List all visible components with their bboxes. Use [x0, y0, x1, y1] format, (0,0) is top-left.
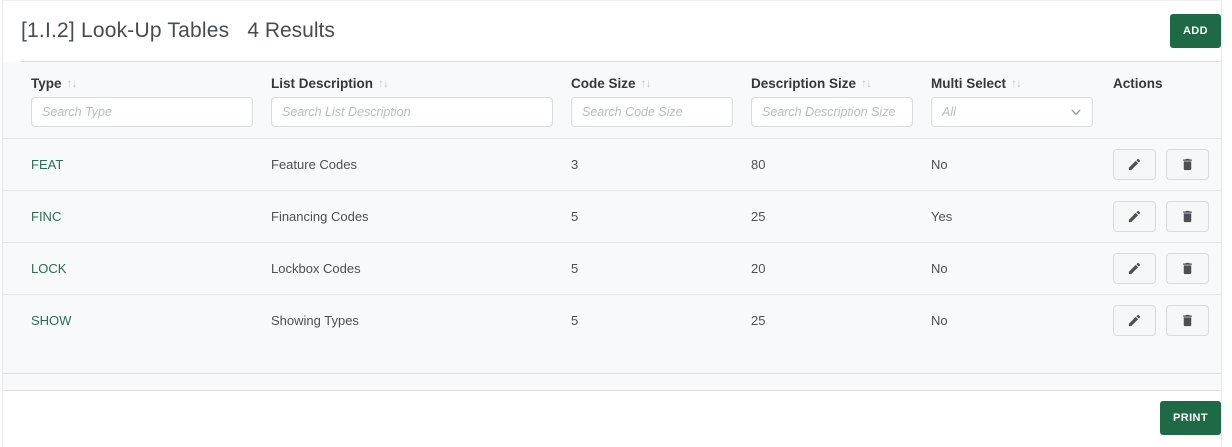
column-label: Multi Select: [931, 75, 1007, 91]
sort-icon[interactable]: ↑↓: [641, 76, 652, 90]
column-header-list-description[interactable]: List Description ↑↓: [271, 74, 571, 92]
column-label: Actions: [1113, 75, 1163, 91]
list-description-cell: Financing Codes: [271, 209, 369, 224]
trash-icon: [1183, 262, 1192, 275]
results-count: 4 Results: [247, 19, 335, 42]
table-filter-row: All: [3, 97, 1221, 138]
type-search-input[interactable]: [31, 97, 253, 127]
sort-icon[interactable]: ↑↓: [378, 76, 389, 90]
panel-footer: PRINT: [3, 391, 1221, 447]
lookup-table: Type ↑↓ List Description ↑↓ Code Size ↑↓…: [3, 62, 1221, 373]
lookup-tables-panel: [1.I.2] Look-Up Tables 4 Results ADD Typ…: [2, 0, 1222, 447]
table-body: FEAT Feature Codes 3 80 No FINC Financin…: [3, 138, 1221, 346]
actions-cell: [1113, 253, 1211, 284]
column-label: Code Size: [571, 75, 636, 91]
column-label: List Description: [271, 75, 374, 91]
trash-icon: [1183, 314, 1192, 327]
sort-icon[interactable]: ↑↓: [67, 76, 78, 90]
column-header-type[interactable]: Type ↑↓: [31, 74, 271, 92]
code-size-cell: 5: [571, 261, 579, 276]
description-size-cell: 25: [751, 313, 766, 328]
pencil-icon: [1128, 158, 1141, 171]
delete-button[interactable]: [1166, 305, 1209, 336]
edit-button[interactable]: [1113, 253, 1156, 284]
list-description-search-input[interactable]: [271, 97, 553, 127]
pencil-icon: [1128, 262, 1141, 275]
edit-button[interactable]: [1113, 305, 1156, 336]
column-header-code-size[interactable]: Code Size ↑↓: [571, 74, 751, 92]
delete-button[interactable]: [1166, 149, 1209, 180]
chevron-down-icon: [1071, 109, 1081, 115]
table-row: SHOW Showing Types 5 25 No: [3, 294, 1221, 346]
table-bottom-spacer: [3, 346, 1221, 373]
column-label: Type: [31, 75, 62, 91]
actions-cell: [1113, 149, 1211, 180]
table-header-row: Type ↑↓ List Description ↑↓ Code Size ↑↓…: [3, 62, 1221, 92]
print-button[interactable]: PRINT: [1160, 401, 1221, 435]
code-size-cell: 5: [571, 313, 579, 328]
type-link[interactable]: SHOW: [31, 313, 71, 328]
column-label: Description Size: [751, 75, 857, 91]
code-size-cell: 3: [571, 157, 579, 172]
trash-icon: [1183, 158, 1192, 171]
multi-select-cell: Yes: [931, 209, 953, 224]
trash-icon: [1183, 210, 1192, 223]
type-link[interactable]: LOCK: [31, 261, 66, 276]
type-link[interactable]: FINC: [31, 209, 61, 224]
page-title: [1.I.2] Look-Up Tables: [21, 19, 230, 42]
edit-button[interactable]: [1113, 201, 1156, 232]
description-size-cell: 20: [751, 261, 766, 276]
pencil-icon: [1128, 210, 1141, 223]
table-row: LOCK Lockbox Codes 5 20 No: [3, 242, 1221, 294]
pencil-icon: [1128, 314, 1141, 327]
multi-select-filter-value: All: [942, 105, 956, 119]
column-header-description-size[interactable]: Description Size ↑↓: [751, 74, 931, 92]
type-link[interactable]: FEAT: [31, 157, 63, 172]
edit-button[interactable]: [1113, 149, 1156, 180]
delete-button[interactable]: [1166, 201, 1209, 232]
table-row: FEAT Feature Codes 3 80 No: [3, 138, 1221, 190]
list-description-cell: Showing Types: [271, 313, 359, 328]
code-size-search-input[interactable]: [571, 97, 733, 127]
actions-cell: [1113, 305, 1211, 336]
add-button[interactable]: ADD: [1169, 14, 1221, 48]
multi-select-filter[interactable]: All: [931, 97, 1093, 127]
description-size-cell: 25: [751, 209, 766, 224]
sort-icon[interactable]: ↑↓: [1011, 76, 1022, 90]
panel-header: [1.I.2] Look-Up Tables 4 Results ADD: [3, 1, 1221, 61]
description-size-search-input[interactable]: [751, 97, 913, 127]
code-size-cell: 5: [571, 209, 579, 224]
table-footer-strip: [3, 373, 1221, 391]
multi-select-cell: No: [931, 261, 948, 276]
list-description-cell: Feature Codes: [271, 157, 357, 172]
multi-select-cell: No: [931, 313, 948, 328]
sort-icon[interactable]: ↑↓: [861, 76, 872, 90]
actions-cell: [1113, 201, 1211, 232]
description-size-cell: 80: [751, 157, 766, 172]
delete-button[interactable]: [1166, 253, 1209, 284]
list-description-cell: Lockbox Codes: [271, 261, 361, 276]
multi-select-cell: No: [931, 157, 948, 172]
column-header-actions: Actions: [1113, 74, 1211, 92]
column-header-multi-select[interactable]: Multi Select ↑↓: [931, 74, 1113, 92]
table-row: FINC Financing Codes 5 25 Yes: [3, 190, 1221, 242]
